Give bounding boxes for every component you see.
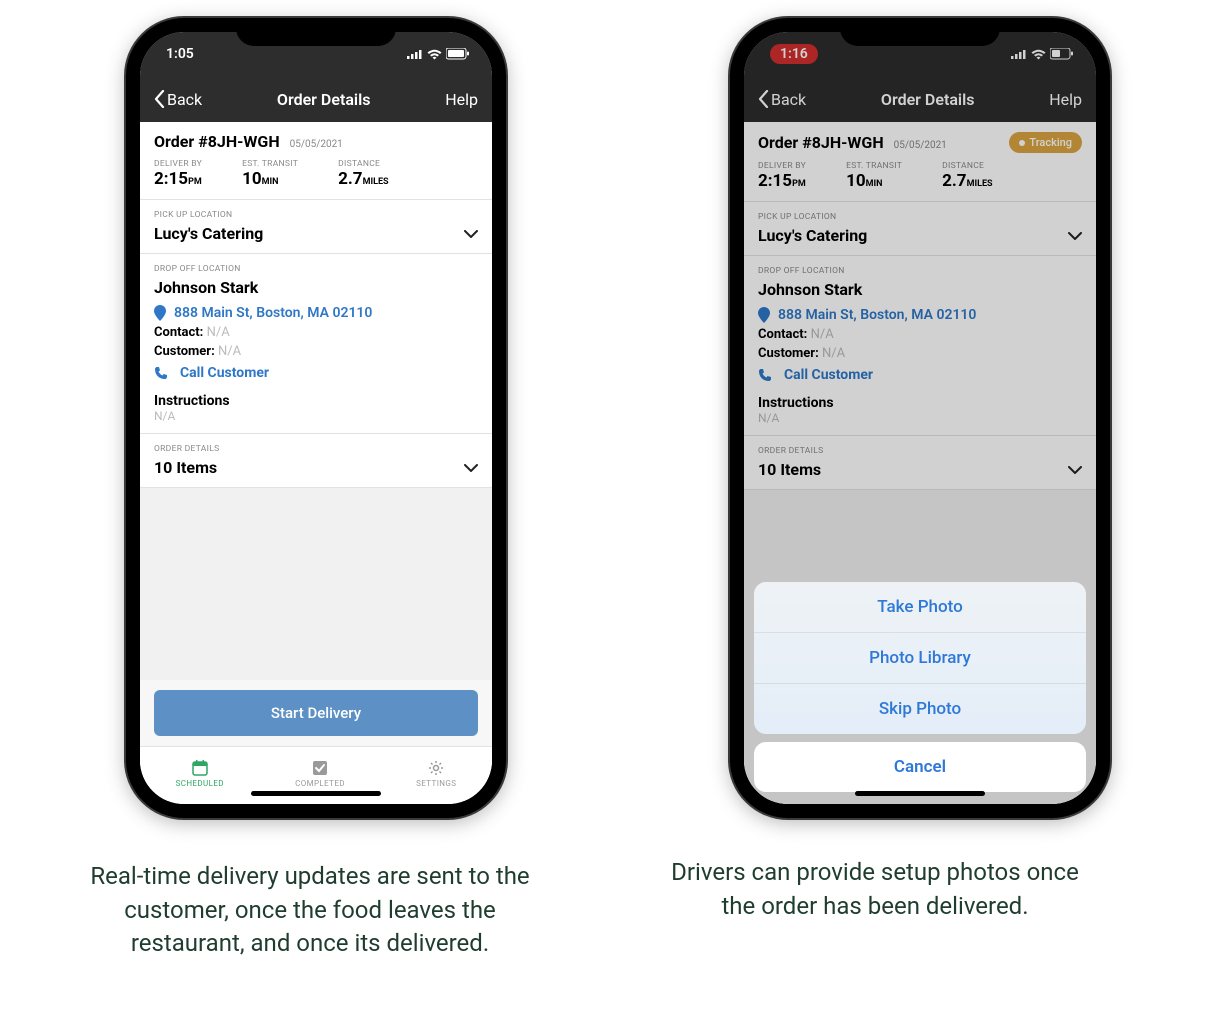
dropoff-section: DROP OFF LOCATION Johnson Stark 888 Main…: [744, 256, 1096, 436]
order-header-section: Order #8JH-WGH 05/05/2021 DELIVER BY 2:1…: [140, 122, 492, 200]
photo-action-sheet: Take Photo Photo Library Skip Photo Canc…: [754, 582, 1086, 792]
back-label: Back: [167, 90, 202, 109]
call-label: Call Customer: [784, 367, 873, 383]
phone-icon: [154, 366, 168, 380]
battery-icon: [446, 48, 470, 60]
page-title: Order Details: [277, 90, 371, 109]
customer-row: Customer: N/A: [154, 344, 478, 359]
notch: [840, 18, 1000, 46]
pickup-name: Lucy's Catering: [758, 226, 867, 245]
pin-icon: [758, 307, 770, 323]
metric-transit: EST. TRANSIT 10MIN: [846, 161, 902, 191]
page-title: Order Details: [881, 90, 975, 109]
chevron-down-icon: [1068, 466, 1082, 474]
caption-right: Drivers can provide setup photos once th…: [660, 856, 1090, 923]
call-label: Call Customer: [180, 365, 269, 381]
contact-row: Contact: N/A: [758, 327, 1082, 342]
tab-settings[interactable]: SETTINGS: [416, 759, 456, 788]
help-button[interactable]: Help: [445, 90, 478, 109]
pin-icon: [154, 305, 166, 321]
chevron-left-icon: [758, 90, 769, 108]
items-count: 10 Items: [758, 460, 821, 479]
caption-left: Real-time delivery updates are sent to t…: [65, 860, 555, 961]
signal-icon: [407, 49, 423, 59]
metric-deliver-by: DELIVER BY 2:15PM: [758, 161, 806, 191]
content-scroll[interactable]: Order #8JH-WGH 05/05/2021 DELIVER BY 2:1…: [140, 122, 492, 804]
check-icon: [311, 759, 329, 777]
back-button[interactable]: Back: [758, 90, 806, 109]
order-header-section: Order #8JH-WGH 05/05/2021 Tracking DELIV…: [744, 122, 1096, 202]
help-button[interactable]: Help: [1049, 90, 1082, 109]
wifi-icon: [1031, 49, 1046, 60]
tracking-badge: Tracking: [1009, 132, 1082, 153]
chevron-left-icon: [154, 90, 165, 108]
phone-mockup-right: 1:16 Back Order Details Help Order #8JH-…: [730, 18, 1110, 818]
address-text: 888 Main St, Boston, MA 02110: [174, 305, 372, 321]
phone-icon: [758, 368, 772, 382]
status-icons: [407, 48, 470, 60]
pickup-section[interactable]: PICK UP LOCATION Lucy's Catering: [140, 200, 492, 254]
chevron-down-icon: [464, 230, 478, 238]
instructions-value: N/A: [154, 409, 478, 423]
tab-completed[interactable]: COMPLETED: [295, 759, 345, 788]
metric-deliver-by: DELIVER BY 2:15PM: [154, 159, 202, 189]
sheet-option-group: Take Photo Photo Library Skip Photo: [754, 582, 1086, 734]
home-indicator[interactable]: [251, 791, 381, 796]
order-number: Order #8JH-WGH: [758, 133, 884, 152]
metric-distance: DISTANCE 2.7MILES: [338, 159, 388, 189]
nav-bar: Back Order Details Help: [140, 76, 492, 122]
metric-transit: EST. TRANSIT 10MIN: [242, 159, 298, 189]
pickup-name: Lucy's Catering: [154, 224, 263, 243]
customer-row: Customer: N/A: [758, 346, 1082, 361]
call-customer-button[interactable]: Call Customer: [758, 367, 1082, 383]
gear-icon: [427, 759, 445, 777]
dropoff-name: Johnson Stark: [758, 280, 1082, 299]
calendar-icon: [191, 759, 209, 777]
take-photo-button[interactable]: Take Photo: [754, 582, 1086, 633]
back-button[interactable]: Back: [154, 90, 202, 109]
dropoff-section: DROP OFF LOCATION Johnson Stark 888 Main…: [140, 254, 492, 434]
order-details-section[interactable]: ORDER DETAILS 10 Items: [744, 436, 1096, 490]
home-indicator[interactable]: [855, 791, 985, 796]
pickup-section[interactable]: PICK UP LOCATION Lucy's Catering: [744, 202, 1096, 256]
nav-bar: Back Order Details Help: [744, 76, 1096, 122]
chevron-down-icon: [1068, 232, 1082, 240]
call-customer-button[interactable]: Call Customer: [154, 365, 478, 381]
dropoff-name: Johnson Stark: [154, 278, 478, 297]
order-date: 05/05/2021: [290, 139, 343, 150]
address-text: 888 Main St, Boston, MA 02110: [778, 307, 976, 323]
signal-icon: [1011, 49, 1027, 59]
back-label: Back: [771, 90, 806, 109]
cancel-button[interactable]: Cancel: [754, 742, 1086, 792]
instructions-label: Instructions: [758, 395, 1082, 411]
status-time: 1:16: [770, 44, 818, 64]
start-delivery-button[interactable]: Start Delivery: [154, 690, 478, 736]
instructions-value: N/A: [758, 411, 1082, 425]
status-time: 1:05: [166, 46, 194, 62]
status-icons: [1011, 48, 1074, 60]
photo-library-button[interactable]: Photo Library: [754, 633, 1086, 684]
instructions-label: Instructions: [154, 393, 478, 409]
order-date: 05/05/2021: [894, 140, 947, 151]
tab-scheduled[interactable]: SCHEDULED: [176, 759, 224, 788]
metric-distance: DISTANCE 2.7MILES: [942, 161, 992, 191]
skip-photo-button[interactable]: Skip Photo: [754, 684, 1086, 734]
notch: [236, 18, 396, 46]
battery-icon: [1050, 48, 1074, 60]
items-count: 10 Items: [154, 458, 217, 477]
wifi-icon: [427, 49, 442, 60]
phone-mockup-left: 1:05 Back Order Details Help: [126, 18, 506, 818]
dot-icon: [1019, 140, 1025, 146]
empty-space: [140, 488, 492, 680]
order-details-section[interactable]: ORDER DETAILS 10 Items: [140, 434, 492, 488]
address-row[interactable]: 888 Main St, Boston, MA 02110: [758, 307, 1082, 323]
chevron-down-icon: [464, 464, 478, 472]
contact-row: Contact: N/A: [154, 325, 478, 340]
order-number: Order #8JH-WGH: [154, 132, 280, 151]
address-row[interactable]: 888 Main St, Boston, MA 02110: [154, 305, 478, 321]
